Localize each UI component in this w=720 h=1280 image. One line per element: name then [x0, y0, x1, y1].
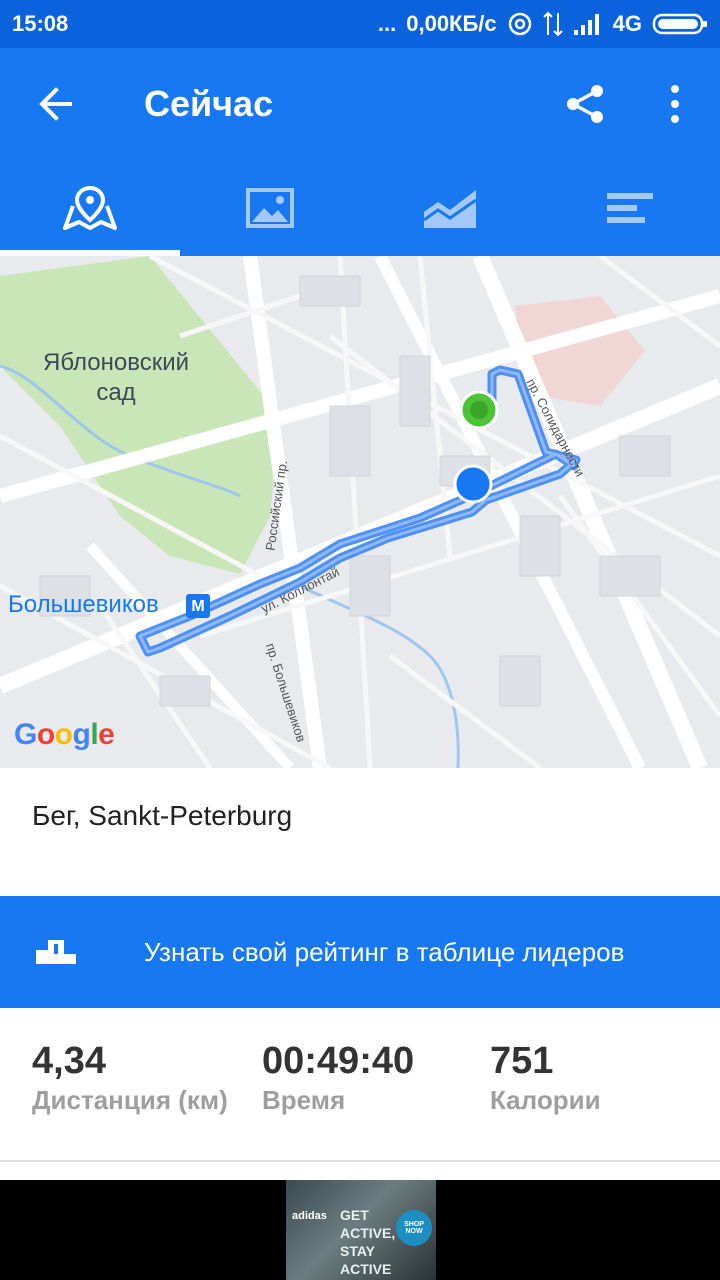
stat-time-label: Время — [262, 1085, 346, 1115]
bar-list-icon — [607, 193, 653, 223]
screen: 15:08 ... 0,00КБ/с 4G Сейчас Яблоновский… — [0, 0, 720, 1280]
tab-photos[interactable] — [180, 160, 360, 256]
stat-calories-value: 751 — [490, 1040, 554, 1082]
status-bar: 15:08 ... 0,00КБ/с 4G — [0, 0, 720, 48]
page-title: Сейчас — [144, 83, 274, 124]
route-map[interactable]: Яблоновский сад Большевиков М Российский… — [0, 256, 720, 768]
park-label: Яблоновский сад — [42, 349, 189, 406]
share-icon — [567, 85, 603, 123]
image-icon — [246, 188, 294, 228]
share-button[interactable] — [540, 48, 630, 160]
status-right: ... 0,00КБ/с 4G — [378, 11, 708, 37]
tab-splits[interactable] — [540, 160, 720, 256]
stat-distance-label: Дистанция (км) — [32, 1085, 228, 1115]
chart-area-icon — [423, 190, 477, 228]
more-button[interactable] — [630, 48, 720, 160]
tab-bar — [0, 160, 720, 256]
stat-distance: 4,34 Дистанция (км) — [32, 1040, 228, 1116]
ad-brand: adidas — [292, 1210, 327, 1222]
google-logo: Google — [14, 718, 115, 751]
signal-icon — [573, 12, 603, 36]
app-bar: Сейчас — [0, 48, 720, 160]
stat-calories: 751 Калории — [490, 1040, 601, 1116]
map-pin-icon — [63, 185, 117, 230]
hotspot-icon — [507, 11, 533, 37]
map-canvas — [0, 256, 720, 768]
stat-time-value: 00:49:40 — [262, 1040, 415, 1082]
podium-icon — [0, 938, 112, 966]
more-vert-icon — [671, 85, 679, 123]
battery-icon — [652, 12, 708, 36]
metro-label: Большевиков — [8, 591, 159, 618]
app-bar-actions — [540, 48, 720, 160]
metro-icon-label: М — [191, 598, 205, 615]
status-time: 15:08 — [12, 11, 69, 36]
ad-bar: adidas GET ACTIVE, STAY ACTIVE SHOP NOW — [0, 1180, 720, 1280]
leaderboard-banner[interactable]: Узнать свой рейтинг в таблице лидеров — [0, 896, 720, 1008]
stat-distance-value: 4,34 — [32, 1040, 106, 1082]
arrow-left-icon — [39, 87, 72, 121]
end-marker[interactable] — [453, 464, 493, 504]
ad-shop-button[interactable]: SHOP NOW — [396, 1210, 432, 1246]
network-type: 4G — [612, 11, 642, 36]
ad-headline: GET ACTIVE, STAY ACTIVE — [340, 1207, 396, 1277]
back-button[interactable] — [0, 48, 112, 160]
status-dots: ... — [377, 11, 397, 36]
stat-calories-label: Калории — [490, 1085, 601, 1115]
leaderboard-text: Узнать свой рейтинг в таблице лидеров — [144, 936, 625, 967]
stats-row: 4,34 Дистанция (км) 00:49:40 Время 751 К… — [0, 1040, 720, 1158]
activity-title: Бег, Sankt-Peterburg — [32, 800, 293, 831]
ad-banner[interactable]: adidas GET ACTIVE, STAY ACTIVE SHOP NOW — [286, 1180, 436, 1280]
divider — [0, 1160, 720, 1162]
network-speed: 0,00КБ/с — [406, 11, 497, 36]
data-transfer-icon — [542, 11, 563, 37]
stat-time: 00:49:40 Время — [262, 1040, 414, 1116]
tab-map[interactable] — [0, 160, 180, 256]
tab-charts[interactable] — [360, 160, 540, 256]
